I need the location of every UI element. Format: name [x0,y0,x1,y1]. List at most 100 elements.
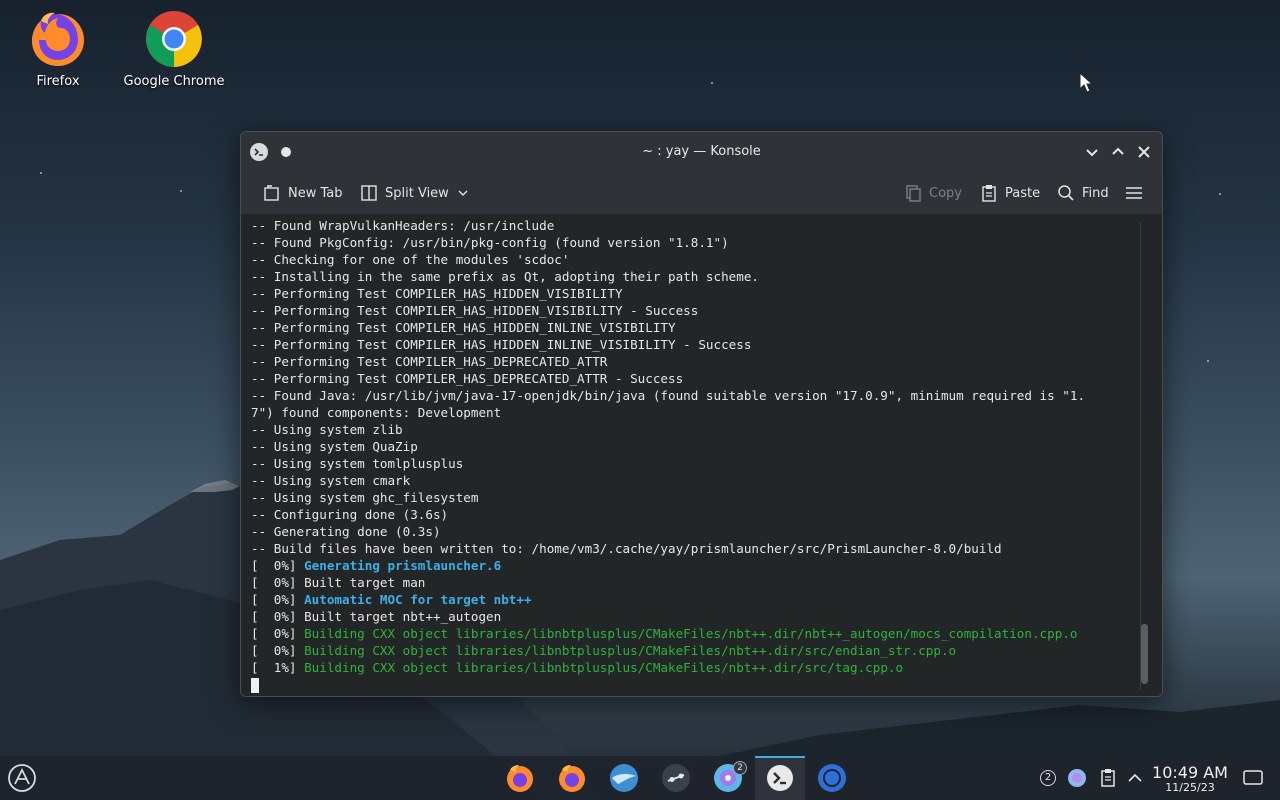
clock-time[interactable]: 10:49 AM [1150,763,1230,782]
split-view-icon [361,185,377,201]
progress-prefix: [ 0%] [251,609,305,624]
terminal-scrollbar[interactable] [1140,222,1150,690]
terminal-line: -- Performing Test COMPILER_HAS_HIDDEN_I… [251,319,1162,336]
tray-discover-updates[interactable] [1067,768,1087,788]
terminal-line-text: -- Generating done (0.3s) [251,524,441,539]
task-konsole[interactable] [764,762,796,794]
task-dolphin[interactable] [608,762,640,794]
terminal-line: -- Using system QuaZip [251,438,1162,455]
konsole-window[interactable]: ~ : yay — Konsole New Tab Split View Cop… [240,131,1163,697]
terminal-line: [ 0%] Built target nbt++_autogen [251,608,1162,625]
discover-update-badge: 2 [733,761,747,775]
terminal-line-text: -- Found WrapVulkanHeaders: /usr/include [251,218,555,233]
task-firefox-2[interactable] [556,762,588,794]
terminal-line: -- Found WrapVulkanHeaders: /usr/include [251,217,1162,234]
terminal-line: -- Build files have been written to: /ho… [251,540,1162,557]
terminal-line-text: -- Performing Test COMPILER_HAS_HIDDEN_V… [251,303,699,318]
terminal-line: -- Found Java: /usr/lib/jvm/java-17-open… [251,387,1162,404]
terminal-line-text: Automatic MOC for target nbt++ [304,592,532,607]
terminal-line: [ 0%] Building CXX object libraries/libn… [251,642,1162,659]
close-icon [1138,146,1150,158]
system-settings-icon [662,764,690,792]
search-icon [1058,185,1074,201]
terminal-line-text: -- Using system QuaZip [251,439,418,454]
tray-expand-button[interactable] [1126,769,1144,787]
desktop-icon-label: Google Chrome [123,74,225,89]
split-view-label: Split View [385,185,449,201]
chevron-up-icon [1112,147,1124,155]
star [1219,193,1221,195]
terminal-line: [ 0%] Built target man [251,574,1162,591]
terminal-line-text: -- Performing Test COMPILER_HAS_HIDDEN_I… [251,337,752,352]
scrollbar-thumb[interactable] [1141,624,1148,684]
terminal-prompt-line [251,676,1162,693]
terminal-line-text: Building CXX object libraries/libnbtplus… [304,643,957,658]
star [711,82,713,84]
hamburger-menu-icon [1126,187,1142,199]
paste-button[interactable]: Paste [980,182,1040,204]
mouse-cursor-icon [1079,72,1093,93]
copy-label: Copy [929,185,962,201]
terminal-line-text: -- Found Java: /usr/lib/jvm/java-17-open… [251,388,1086,403]
new-tab-icon [264,185,279,201]
terminal-line: -- Performing Test COMPILER_HAS_HIDDEN_V… [251,285,1162,302]
show-desktop-button[interactable] [1243,769,1263,787]
clipboard-icon [1101,769,1115,787]
terminal-line-text: Generating prismlauncher.6 [304,558,502,573]
firefox-icon [559,765,585,792]
terminal-line: -- Performing Test COMPILER_HAS_HIDDEN_V… [251,302,1162,319]
terminal-line: -- Installing in the same prefix as Qt, … [251,268,1162,285]
progress-prefix: [ 0%] [251,643,305,658]
star [40,172,42,174]
close-button[interactable] [1135,143,1153,161]
minimize-button[interactable] [1083,143,1101,161]
new-tab-button[interactable]: New Tab [263,182,343,204]
terminal-line: -- Performing Test COMPILER_HAS_DEPRECAT… [251,353,1162,370]
split-view-button[interactable]: Split View [360,182,470,204]
terminal-line-text: -- Checking for one of the modules 'scdo… [251,252,570,267]
desktop-icon-firefox[interactable]: Firefox [3,10,113,89]
maximize-button[interactable] [1109,143,1127,161]
window-title: ~ : yay — Konsole [642,144,761,159]
chevron-down-icon [1086,149,1098,157]
terminal-line-text: -- Build files have been written to: /ho… [251,541,1002,556]
clock-date[interactable]: 11/25/23 [1150,781,1230,794]
task-system-settings[interactable] [660,762,692,794]
terminal-line: -- Using system tomlplusplus [251,455,1162,472]
task-chromium[interactable] [816,762,848,794]
app-launcher-icon [8,764,36,792]
task-discover[interactable]: 2 [712,761,747,794]
terminal-line-text: -- Using system ghc_filesystem [251,490,479,505]
terminal-line: -- Performing Test COMPILER_HAS_HIDDEN_I… [251,336,1162,353]
firefox-icon [29,10,87,68]
find-button[interactable]: Find [1057,182,1109,204]
hamburger-menu-button[interactable] [1125,182,1143,204]
terminal-line-text: -- Performing Test COMPILER_HAS_DEPRECAT… [251,371,684,386]
terminal-line-text: 7") found components: Development [251,405,502,420]
terminal-line-text: -- Installing in the same prefix as Qt, … [251,269,759,284]
konsole-icon [767,765,793,791]
tray-clipboard[interactable] [1098,768,1118,788]
show-desktop-icon [1243,770,1263,785]
copy-button[interactable]: Copy [904,182,962,204]
terminal-line-text: Building CXX object libraries/libnbtplus… [304,626,1078,641]
desktop-icon-google-chrome[interactable]: Google Chrome [119,10,229,89]
title-bar[interactable]: ~ : yay — Konsole [241,132,1162,172]
terminal-output[interactable]: -- Found WrapVulkanHeaders: /usr/include… [241,214,1162,696]
dolphin-file-manager-icon [610,764,638,792]
task-firefox[interactable] [504,762,536,794]
chromium-icon [818,764,846,792]
star [180,190,182,192]
konsole-toolbar: New Tab Split View Copy Paste Find [241,172,1162,214]
terminal-line: -- Configuring done (3.6s) [251,506,1162,523]
terminal-line: -- Using system zlib [251,421,1162,438]
progress-prefix: [ 0%] [251,575,305,590]
terminal-line: -- Found PkgConfig: /usr/bin/pkg-config … [251,234,1162,251]
terminal-line: [ 0%] Generating prismlauncher.6 [251,557,1162,574]
notifications-count-icon[interactable]: 2 [1040,770,1056,786]
chrome-icon [145,10,203,68]
new-tab-label: New Tab [288,185,343,201]
application-launcher-button[interactable] [6,762,38,794]
terminal-line: [ 0%] Automatic MOC for target nbt++ [251,591,1162,608]
terminal-line-text: -- Configuring done (3.6s) [251,507,449,522]
